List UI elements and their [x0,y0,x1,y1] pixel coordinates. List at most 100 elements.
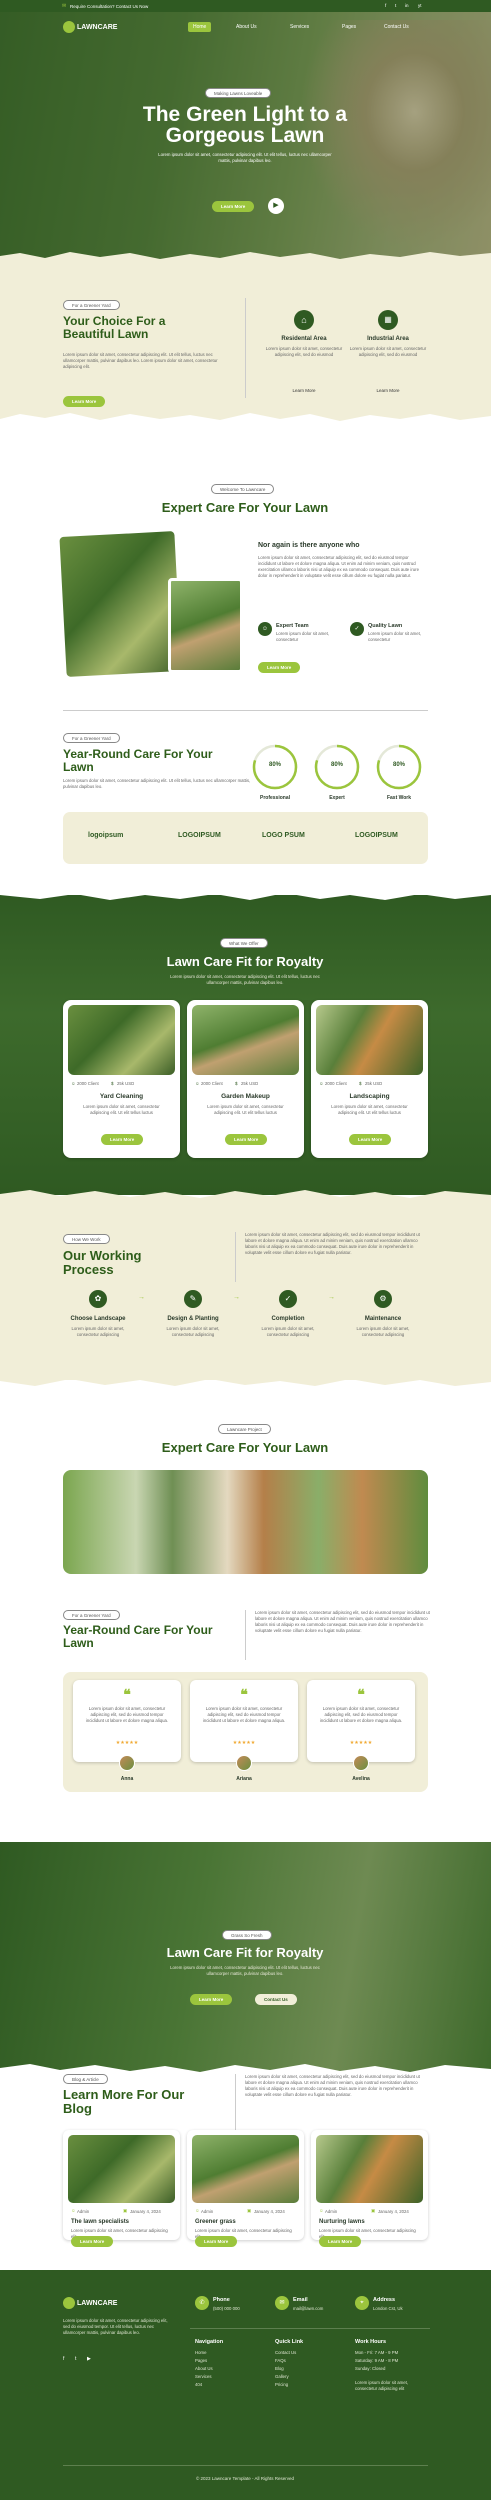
footer-youtube-icon[interactable]: ▶ [87,2356,91,2362]
footer-bottom-divider [63,2465,428,2466]
cta-text: Lorem ipsum dolor sit amet, consectetur … [170,1965,320,1976]
service-meta-clients: 2000 Client [201,1081,223,1086]
footer-quick-link[interactable]: Gallery [275,2374,289,2379]
hero-learn-more-button[interactable]: Learn More [212,201,255,212]
step-icon: ⚙ [374,1290,392,1308]
logo-icon[interactable] [63,21,75,33]
blog-author: Admin [201,2209,214,2214]
service-learn-more-button[interactable]: Learn More [225,1134,268,1145]
expert-learn-more-button[interactable]: Learn More [258,662,301,673]
feature-text-residential: Lorem ipsum dolor sit amet, consectetur … [265,346,343,357]
service-learn-more-button[interactable]: Learn More [349,1134,392,1145]
cta-contact-button[interactable]: Contact Us [255,1994,297,2005]
footer-nav-link[interactable]: About Us [195,2366,213,2371]
blog-photo[interactable] [316,2135,423,2203]
play-button[interactable]: ▶ [268,198,284,214]
choice-divider [245,298,246,398]
quality-icon: ✓ [350,622,364,636]
testimonial-text: Lorem ipsum dolor sit amet, consectetur … [202,1706,286,1723]
footer-nav-link[interactable]: 404 [195,2382,202,2387]
testimonial-text: Lorem ipsum dolor sit amet, consectetur … [319,1706,403,1723]
footer-facebook-icon[interactable]: f [63,2356,64,2362]
user-icon: ☺ [71,2208,76,2213]
service-photo [68,1005,175,1075]
factory-icon: ▦ [378,310,398,330]
blog-title[interactable]: The lawn specialists [71,2219,129,2225]
project-tag: Lawncare Project [218,1424,271,1434]
blog-learn-more-button[interactable]: Learn More [319,2236,362,2247]
expert-title: Expert Care For Your Lawn [161,500,329,515]
contact-label: Email [293,2297,308,2303]
yearround-tag: For a Greener Yard [63,733,120,743]
user-icon: ☺ [319,2208,324,2213]
footer-nav-link[interactable]: Services [195,2374,211,2379]
nav-services[interactable]: Services [290,24,309,30]
blog-learn-more-button[interactable]: Learn More [195,2236,238,2247]
expert-tag: Welcome To Lawncare [211,484,275,494]
footer-nav-link[interactable]: Home [195,2350,206,2355]
footer-contact-divider [190,2328,430,2329]
expert-item-text-team: Lorem ipsum dolor sit amet, consectetur [276,631,330,642]
cta-learn-more-button[interactable]: Learn More [190,1994,233,2005]
facebook-icon[interactable]: f [385,3,386,8]
process-divider [235,1232,236,1282]
blog-photo[interactable] [192,2135,299,2203]
contact-value[interactable]: (500) 000 000 [213,2306,240,2311]
service-meta-price: 25k USD [117,1081,135,1086]
team-icon: ☺ [258,622,272,636]
stat-value: 80% [330,762,343,768]
testimonials-tag: For a Greener Yard [63,1610,120,1620]
twitter-icon[interactable]: t [395,3,396,8]
choice-learn-more-button[interactable]: Learn More [63,396,106,407]
blog-learn-more-button[interactable]: Learn More [71,2236,114,2247]
youtube-icon[interactable]: yt [418,3,422,8]
email-icon: ✉ [275,2296,289,2310]
nav-contact[interactable]: Contact Us [384,24,409,30]
footer-logo-icon [63,2297,75,2309]
stat-label: Fast Work [386,795,412,801]
blog-title[interactable]: Nurturing lawns [319,2219,365,2225]
blog-photo[interactable] [68,2135,175,2203]
service-photo [316,1005,423,1075]
stat-value: 80% [268,762,281,768]
service-meta-price: 25k USD [365,1081,383,1086]
navbar: LAWNCARE Home About Us Services Pages Co… [0,16,491,40]
quote-icon: ❝ [240,1686,248,1702]
expert-photo-secondary [168,578,243,673]
feature-link-residential[interactable]: Learn More [262,388,346,393]
footer-quick-link[interactable]: FAQs [275,2358,286,2363]
testimonial-name: Avelina [352,1776,370,1782]
blog-tag: Blog & Article [63,2074,108,2084]
stat-label: Expert [329,795,345,801]
logo-text[interactable]: LAWNCARE [77,24,117,31]
footer-hours-title: Work Hours [355,2339,387,2345]
stat-value: 80% [392,762,405,768]
expert-item-text-quality: Lorem ipsum dolor sit amet, consectetur [368,631,422,642]
footer-quick-link[interactable]: Blog [275,2366,284,2371]
footer-quick-link[interactable]: Pricing [275,2382,288,2387]
footer-twitter-icon[interactable]: t [75,2356,76,2362]
nav-about[interactable]: About Us [236,24,257,30]
section-divider [63,710,428,711]
footer-nav-link[interactable]: Pages [195,2358,207,2363]
hero-tag: Making Lawns Loveable [205,88,272,98]
mail-icon: ✉ [62,3,67,9]
step-text: Lorem ipsum dolor sit amet, consectetur … [71,1326,125,1337]
avatar [353,1755,369,1771]
nav-home[interactable]: Home [188,22,212,32]
top-bar: ✉ Require Consultation? Contact Us Now f… [0,0,491,12]
contact-value[interactable]: mail@lawn.com [293,2306,323,2311]
top-bar-text[interactable]: Require Consultation? Contact Us Now [70,4,148,9]
feature-link-industrial[interactable]: Learn More [346,388,430,393]
testimonial-text: Lorem ipsum dolor sit amet, consectetur … [85,1706,169,1723]
footer-quick-link[interactable]: Contact Us [275,2350,296,2355]
partner-logo-1: logoipsum [88,832,124,839]
partner-logo-2: LOGOIPSUM [178,832,221,839]
linkedin-icon[interactable]: in [405,3,409,8]
blog-date: January 4, 2024 [254,2209,285,2214]
contact-value[interactable]: London Cst, Uk [373,2306,403,2311]
service-learn-more-button[interactable]: Learn More [101,1134,144,1145]
nav-pages[interactable]: Pages [342,24,356,30]
project-title: Expert Care For Your Lawn [161,1440,329,1455]
blog-title[interactable]: Greener grass [195,2219,236,2225]
